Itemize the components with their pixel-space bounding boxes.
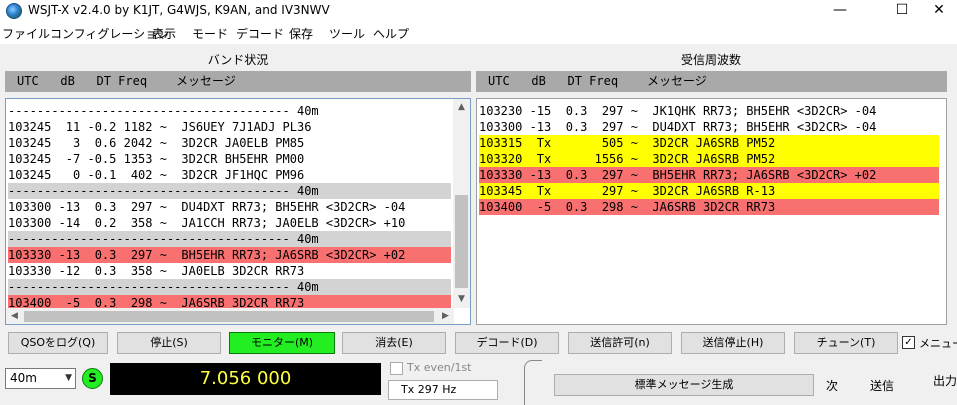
band-select-value: 40m xyxy=(10,371,37,385)
band-vertical-scrollbar[interactable]: ▲ ▼ xyxy=(453,99,470,308)
decode-row[interactable]: 103230 -15 0.3 297 ~ JK1QHK RR73; BH5EHR… xyxy=(479,103,939,119)
band-horizontal-scrollbar[interactable]: ◀ ▶ xyxy=(6,308,454,324)
menu-mode[interactable]: モード xyxy=(192,25,228,42)
tx-frequency-spinbox[interactable]: Tx 297 Hz xyxy=(388,380,498,400)
monitor-button[interactable]: モニター(M) xyxy=(229,332,335,354)
band-separator-row[interactable]: --------------------------------------- … xyxy=(8,103,451,119)
stop-button[interactable]: 停止(S) xyxy=(117,332,221,354)
decode-row[interactable]: 103330 -12 0.3 358 ~ JA0ELB 3D2CR RR73 xyxy=(8,263,451,279)
decode-row[interactable]: 103245 3 0.6 2042 ~ 3D2CR JA0ELB PM85 xyxy=(8,135,451,151)
decode-row[interactable]: 103330 -13 0.3 297 ~ BH5EHR RR73; JA6SRB… xyxy=(8,247,451,263)
title-bar: WSJT-X v2.4.0 by K1JT, G4WJS, K9AN, and … xyxy=(0,0,957,22)
scroll-thumb-horizontal[interactable] xyxy=(24,311,434,322)
chevron-down-icon: ▼ xyxy=(65,373,72,383)
scroll-thumb[interactable] xyxy=(455,195,468,288)
decode-row[interactable]: 103345 Tx 297 ~ 3D2CR JA6SRB R-13 xyxy=(479,183,939,199)
enable-tx-button[interactable]: 送信許可(n) xyxy=(568,332,672,354)
rx-frequency-title: 受信周波数 xyxy=(680,53,741,67)
window-title: WSJT-X v2.4.0 by K1JT, G4WJS, K9AN, and … xyxy=(28,3,330,17)
rx-frequency-header: UTC dB DT Freq メッセージ xyxy=(476,71,947,92)
output-label: 出力 xyxy=(933,374,957,388)
menu-help[interactable]: ヘルプ xyxy=(373,25,409,42)
decode-row[interactable]: 103315 Tx 505 ~ 3D2CR JA6SRB PM52 xyxy=(479,135,939,151)
scroll-up-arrow-icon[interactable]: ▲ xyxy=(453,99,470,116)
message-group-bracket xyxy=(524,360,542,405)
menu-bar: ファイル コンフィグレーション 表示 モード デコード 保存 ツール ヘルプ xyxy=(0,22,957,44)
menu-view[interactable]: 表示 xyxy=(152,25,176,42)
decode-row[interactable]: 103320 Tx 1556 ~ 3D2CR JA6SRB PM52 xyxy=(479,151,939,167)
scroll-right-arrow-icon[interactable]: ▶ xyxy=(437,308,454,324)
band-activity-pane[interactable]: --------------------------------------- … xyxy=(5,98,471,325)
decode-button[interactable]: デコード(D) xyxy=(455,332,559,354)
status-s-badge[interactable]: S xyxy=(82,368,103,389)
decode-row[interactable]: 103245 0 -0.1 402 ~ 3D2CR JF1HQC PM96 xyxy=(8,167,451,183)
tune-button[interactable]: チューン(T) xyxy=(794,332,898,354)
band-separator-row[interactable]: --------------------------------------- … xyxy=(8,231,451,247)
decode-row[interactable]: 103300 -13 0.3 297 ~ DU4DXT RR73; BH5EHR… xyxy=(8,199,451,215)
erase-button[interactable]: 消去(E) xyxy=(342,332,446,354)
decode-row[interactable]: 103300 -14 0.2 358 ~ JA1CCH RR73; JA0ELB… xyxy=(8,215,451,231)
scroll-down-arrow-icon[interactable]: ▼ xyxy=(453,291,470,308)
maximize-button[interactable]: ☐ xyxy=(879,0,925,22)
rx-frequency-pane[interactable]: 103230 -15 0.3 297 ~ JK1QHK RR73; BH5EHR… xyxy=(476,98,947,325)
band-select[interactable]: 40m ▼ xyxy=(5,368,76,389)
halt-tx-button[interactable]: 送信停止(H) xyxy=(681,332,785,354)
decode-row[interactable]: 103300 -13 0.3 297 ~ DU4DXT RR73; BH5EHR… xyxy=(479,119,939,135)
tx-even-label: Tx even/1st xyxy=(407,361,472,374)
scroll-left-arrow-icon[interactable]: ◀ xyxy=(6,308,23,324)
wsjtx-logo-icon xyxy=(6,3,22,19)
band-separator-row[interactable]: --------------------------------------- … xyxy=(8,183,451,199)
menu-tools[interactable]: ツール xyxy=(329,25,365,42)
menus-label: メニュー xyxy=(919,337,957,350)
menu-file[interactable]: ファイル xyxy=(2,25,50,42)
menu-save[interactable]: 保存 xyxy=(289,25,313,42)
minimize-button[interactable]: — xyxy=(817,0,863,22)
band-activity-header: UTC dB DT Freq メッセージ xyxy=(5,71,471,92)
menus-checkbox[interactable]: ✓ xyxy=(902,336,915,349)
decode-row[interactable]: 103245 11 -0.2 1182 ~ JS6UEY 7J1ADJ PL36 xyxy=(8,119,451,135)
band-activity-title: バンド状況 xyxy=(207,53,269,67)
decode-row[interactable]: 103400 -5 0.3 298 ~ JA6SRB 3D2CR RR73 xyxy=(479,199,939,215)
generate-std-messages-button[interactable]: 標準メッセージ生成 xyxy=(554,374,814,396)
next-label: 次 xyxy=(826,379,839,393)
decode-row[interactable]: 103245 -7 -0.5 1353 ~ 3D2CR BH5EHR PM00 xyxy=(8,151,451,167)
close-button[interactable]: ✕ xyxy=(921,0,957,22)
tx-even-checkbox[interactable] xyxy=(390,362,403,375)
band-separator-row[interactable]: --------------------------------------- … xyxy=(8,279,451,295)
decode-row[interactable]: 103330 -13 0.3 297 ~ BH5EHR RR73; JA6SRB… xyxy=(479,167,939,183)
menu-decode[interactable]: デコード xyxy=(236,25,284,42)
dial-frequency-display: 7.056 000 xyxy=(110,363,381,395)
log-qso-button[interactable]: QSOをログ(Q) xyxy=(8,332,108,354)
send-label: 送信 xyxy=(870,379,895,393)
